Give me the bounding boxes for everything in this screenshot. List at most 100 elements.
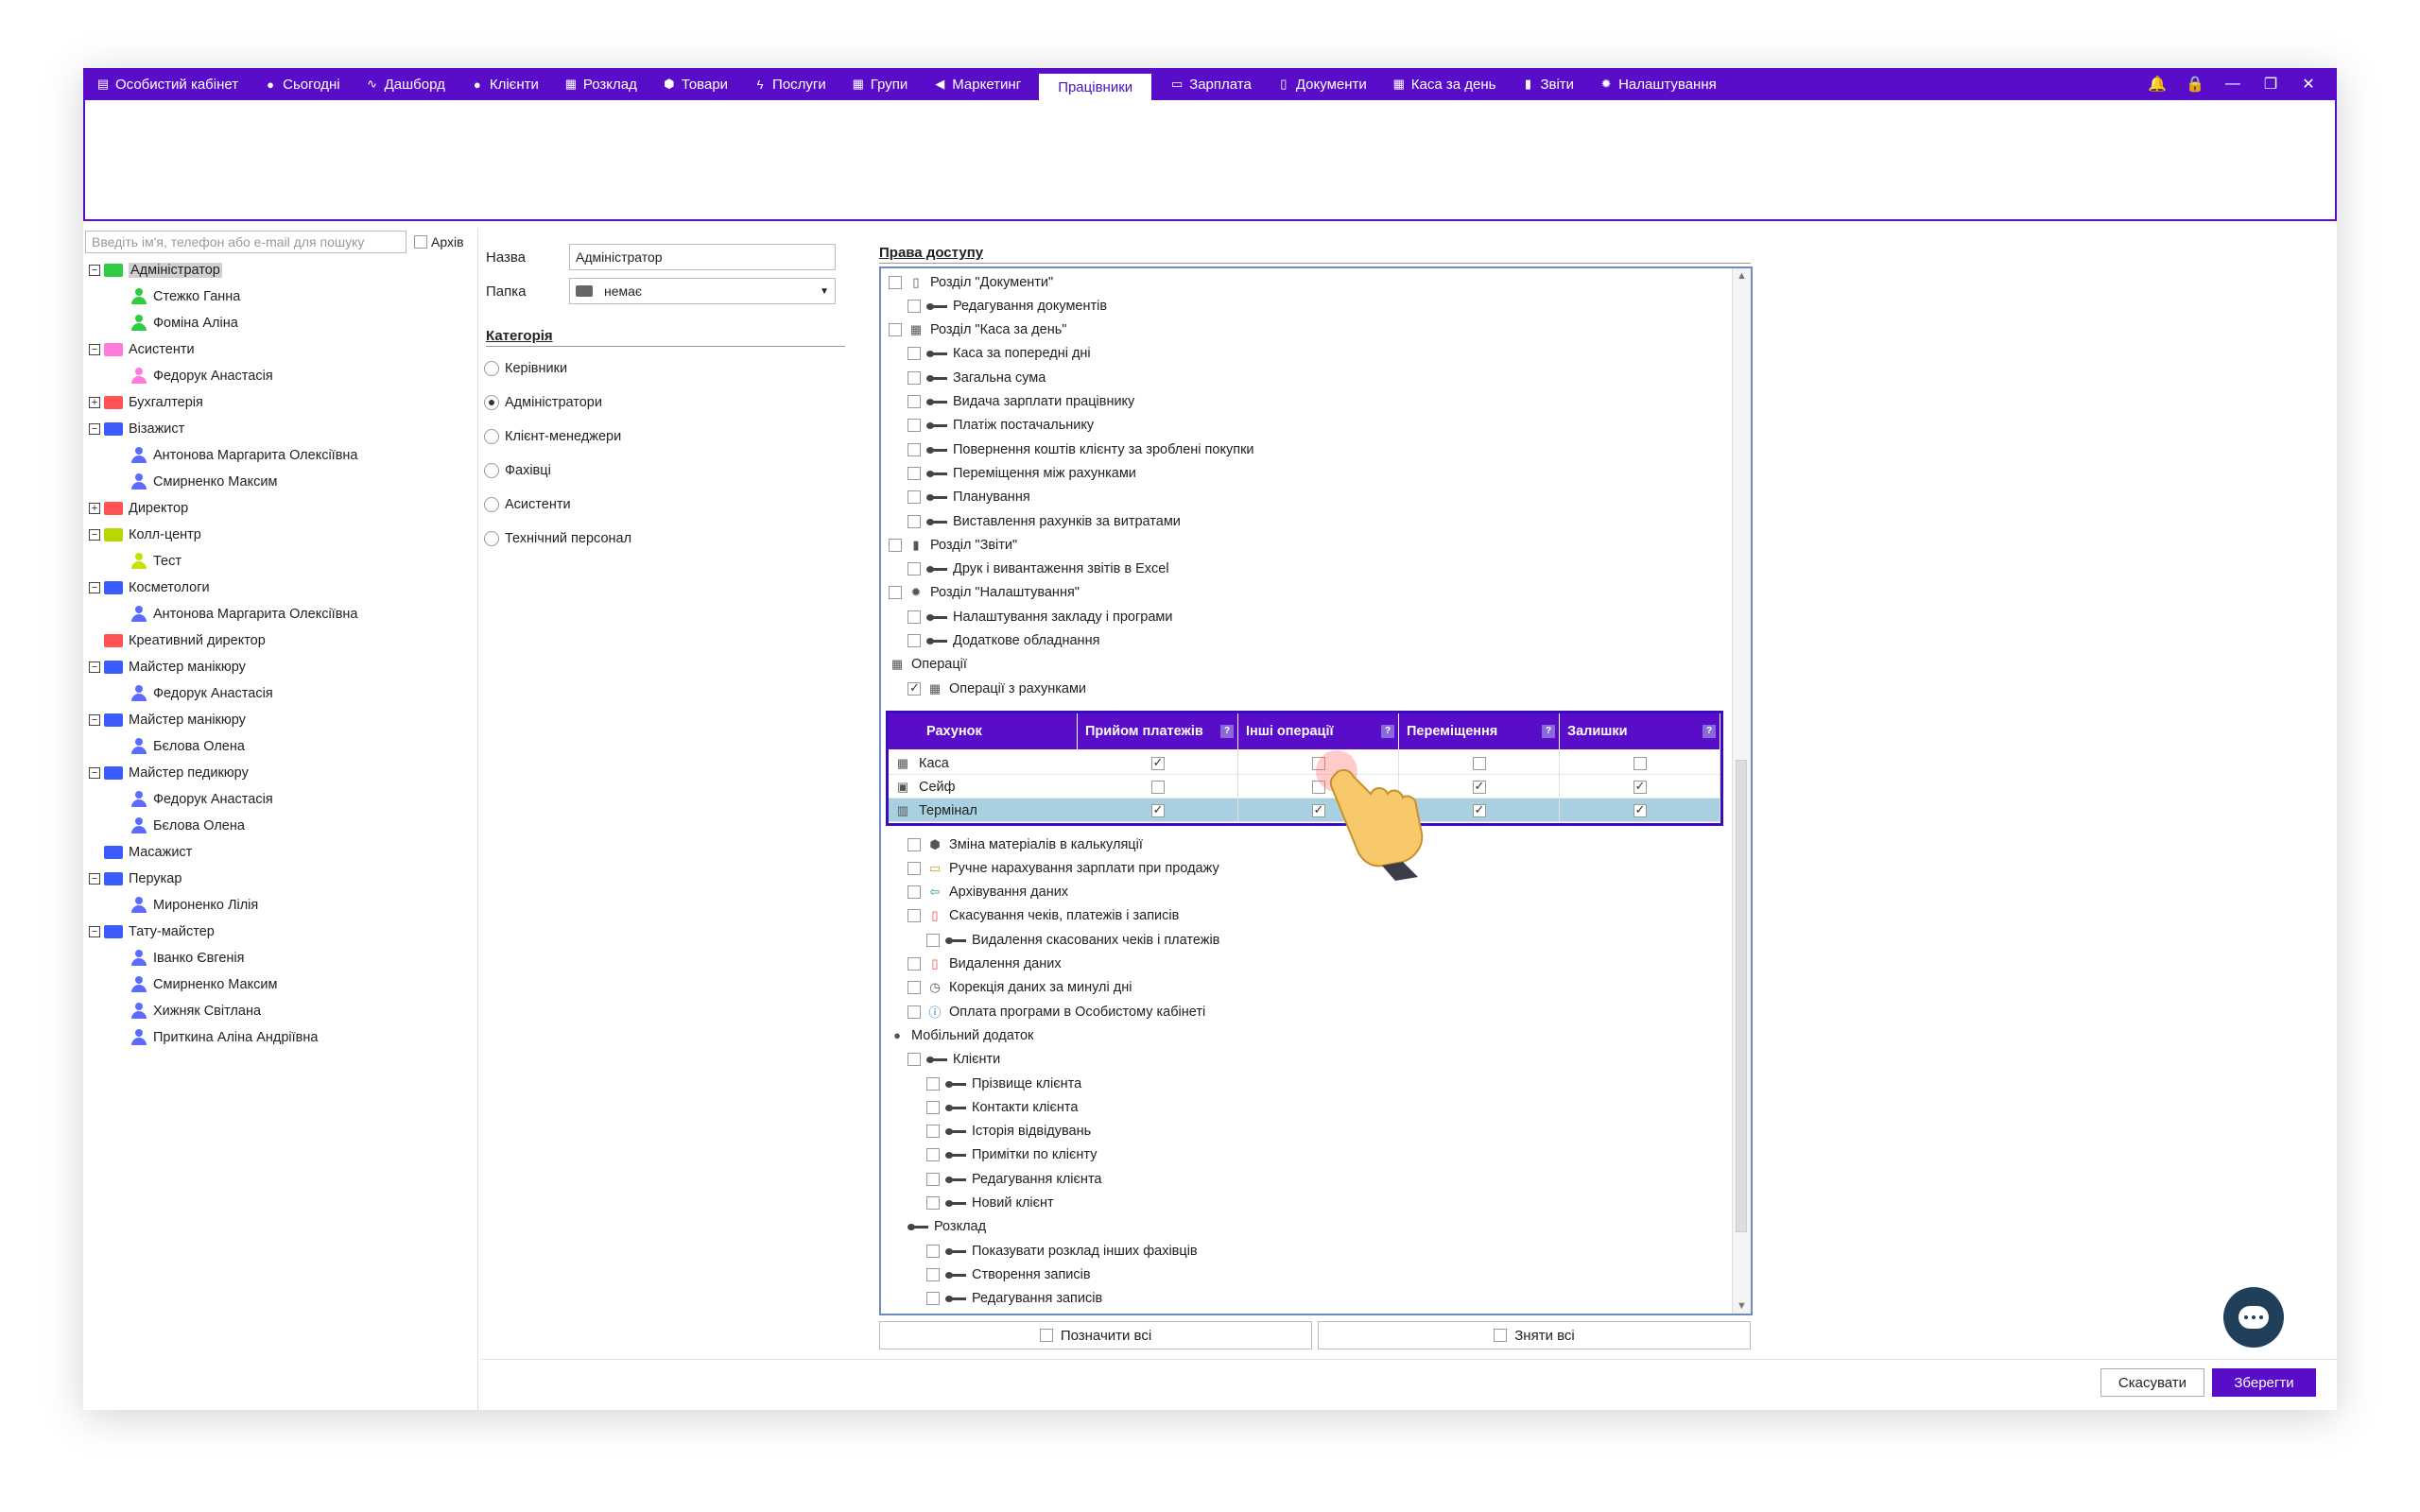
- close-icon[interactable]: ✕: [2290, 75, 2327, 94]
- right-checkbox[interactable]: [908, 490, 921, 505]
- radio-button[interactable]: [484, 429, 499, 444]
- grid-checkbox[interactable]: [1150, 780, 1165, 794]
- grid-row[interactable]: ▦ Каса: [889, 751, 1720, 775]
- scroll-up-icon[interactable]: ▲: [1737, 270, 1747, 282]
- archive-checkbox[interactable]: Архів: [414, 234, 464, 249]
- right-checkbox[interactable]: [908, 837, 921, 851]
- right-checkbox[interactable]: [926, 1148, 940, 1162]
- nav-tab-10[interactable]: ▭ Зарплата: [1157, 68, 1264, 100]
- right-item[interactable]: ▯ Розділ "Документи": [889, 270, 1053, 294]
- right-checkbox[interactable]: [926, 1244, 940, 1258]
- right-item[interactable]: ✹ Розділ "Налаштування": [889, 581, 1080, 605]
- right-item[interactable]: ◷ Корекція даних за минулі дні: [908, 976, 1132, 1000]
- tree-employee[interactable]: Бєлова Олена: [83, 733, 478, 760]
- right-item[interactable]: Додаткове обладнання: [908, 629, 1099, 653]
- tree-group[interactable]: − Майстер манікюру: [83, 707, 478, 733]
- tree-group[interactable]: − Майстер педикюру: [83, 760, 478, 786]
- tree-toggle-icon[interactable]: −: [89, 662, 100, 673]
- right-item[interactable]: Прізвище клієнта: [926, 1072, 1081, 1095]
- tree-employee[interactable]: Федорук Анастасія: [83, 786, 478, 813]
- right-item[interactable]: Редагування документів: [908, 294, 1107, 318]
- category-radio[interactable]: Керівники: [484, 361, 567, 376]
- tree-employee[interactable]: Стежко Ганна: [83, 284, 478, 310]
- right-item[interactable]: Контакти клієнта: [926, 1095, 1078, 1119]
- right-checkbox[interactable]: [889, 275, 902, 289]
- tree-toggle-icon[interactable]: −: [89, 265, 100, 276]
- grid-header[interactable]: Переміщення?: [1399, 713, 1560, 749]
- clear-all-button[interactable]: Зняти всі: [1318, 1321, 1751, 1349]
- right-checkbox[interactable]: [908, 347, 921, 361]
- right-checkbox[interactable]: [926, 1125, 940, 1139]
- right-checkbox[interactable]: [926, 1100, 940, 1114]
- right-item[interactable]: ▯ Видалення даних: [908, 953, 1062, 976]
- grid-checkbox[interactable]: [1633, 756, 1647, 770]
- minimize-icon[interactable]: —: [2214, 76, 2252, 93]
- grid-checkbox[interactable]: [1633, 802, 1647, 817]
- right-item[interactable]: ▦ Операції з рахунками: [908, 677, 1086, 700]
- right-checkbox[interactable]: [908, 981, 921, 995]
- right-checkbox[interactable]: [926, 933, 940, 947]
- nav-tab-4[interactable]: ▦ Розклад: [551, 68, 649, 100]
- right-checkbox[interactable]: [889, 538, 902, 552]
- grid-checkbox[interactable]: [1472, 756, 1486, 770]
- tree-group[interactable]: − Адміністратор: [83, 257, 478, 284]
- nav-tab-11[interactable]: ▯ Документи: [1264, 68, 1379, 100]
- tree-toggle-icon[interactable]: −: [89, 767, 100, 779]
- right-item[interactable]: Скасування записів: [926, 1311, 1097, 1314]
- right-item[interactable]: Планування: [908, 486, 1030, 509]
- tree-employee[interactable]: Мироненко Лілія: [83, 892, 478, 919]
- nav-tab-5[interactable]: ⬢ Товари: [649, 68, 740, 100]
- tree-toggle-icon[interactable]: −: [89, 714, 100, 726]
- category-radio[interactable]: Клієнт-менеджери: [484, 429, 621, 444]
- right-item[interactable]: ▯ Скасування чеків, платежів і записів: [908, 904, 1179, 928]
- scroll-thumb[interactable]: [1736, 760, 1747, 1232]
- right-item[interactable]: Новий клієнт: [926, 1192, 1054, 1215]
- category-radio[interactable]: Технічний персонал: [484, 531, 631, 546]
- search-input[interactable]: Введіть ім'я, телефон або e-mail для пош…: [85, 231, 406, 253]
- nav-tab-14[interactable]: ✹ Налаштування: [1586, 68, 1729, 100]
- radio-button[interactable]: [484, 395, 499, 410]
- tree-group[interactable]: − Майстер манікюру: [83, 654, 478, 680]
- tree-toggle-icon[interactable]: −: [89, 582, 100, 593]
- help-icon[interactable]: ?: [1542, 725, 1555, 738]
- right-item[interactable]: ⓘ Оплата програми в Особистому кабінеті: [908, 1000, 1205, 1023]
- right-item[interactable]: Історія відвідувань: [926, 1120, 1091, 1143]
- tree-employee[interactable]: Іванко Євгенія: [83, 945, 478, 971]
- right-checkbox[interactable]: [926, 1076, 940, 1091]
- nav-tab-12[interactable]: ▦ Каса за день: [1379, 68, 1509, 100]
- right-checkbox[interactable]: [908, 442, 921, 456]
- tree-toggle-icon[interactable]: −: [89, 529, 100, 541]
- right-checkbox[interactable]: [908, 909, 921, 923]
- help-icon[interactable]: ?: [1381, 725, 1394, 738]
- lock-icon[interactable]: 🔒: [2176, 75, 2214, 94]
- right-item[interactable]: ● Мобільний додаток: [889, 1023, 1033, 1047]
- radio-button[interactable]: [484, 497, 499, 512]
- tree-group[interactable]: − Колл-центр: [83, 522, 478, 548]
- right-checkbox[interactable]: [926, 1172, 940, 1186]
- cancel-button[interactable]: Скасувати: [2100, 1368, 2204, 1397]
- right-checkbox[interactable]: [926, 1292, 940, 1306]
- tree-employee[interactable]: Федорук Анастасія: [83, 680, 478, 707]
- tree-group[interactable]: Масажист: [83, 839, 478, 866]
- grid-row[interactable]: ▣ Сейф: [889, 775, 1720, 799]
- chat-button[interactable]: [2223, 1287, 2284, 1348]
- right-checkbox[interactable]: [926, 1196, 940, 1210]
- right-item[interactable]: Видалення скасованих чеків і платежів: [926, 928, 1219, 952]
- right-item[interactable]: Друк і вивантаження звітів в Excel: [908, 558, 1169, 581]
- right-checkbox[interactable]: [908, 610, 921, 624]
- archive-checkbox-box[interactable]: [414, 235, 427, 249]
- tree-employee[interactable]: Смирненко Максим: [83, 971, 478, 998]
- category-radio[interactable]: Адміністратори: [484, 395, 602, 410]
- tree-group[interactable]: Креативний директор: [83, 627, 478, 654]
- radio-button[interactable]: [484, 531, 499, 546]
- help-icon[interactable]: ?: [1703, 725, 1716, 738]
- select-all-button[interactable]: Позначити всі: [879, 1321, 1312, 1349]
- right-item[interactable]: Виставлення рахунків за витратами: [908, 509, 1181, 533]
- rights-scrollbar[interactable]: ▲ ▼: [1732, 268, 1751, 1314]
- tree-employee[interactable]: Антонова Маргарита Олексіївна: [83, 601, 478, 627]
- restore-icon[interactable]: ❐: [2252, 75, 2290, 94]
- tree-group[interactable]: − Перукар: [83, 866, 478, 892]
- nav-tab-1[interactable]: ● Сьогодні: [251, 68, 353, 100]
- right-checkbox[interactable]: [908, 419, 921, 433]
- right-checkbox[interactable]: [908, 514, 921, 528]
